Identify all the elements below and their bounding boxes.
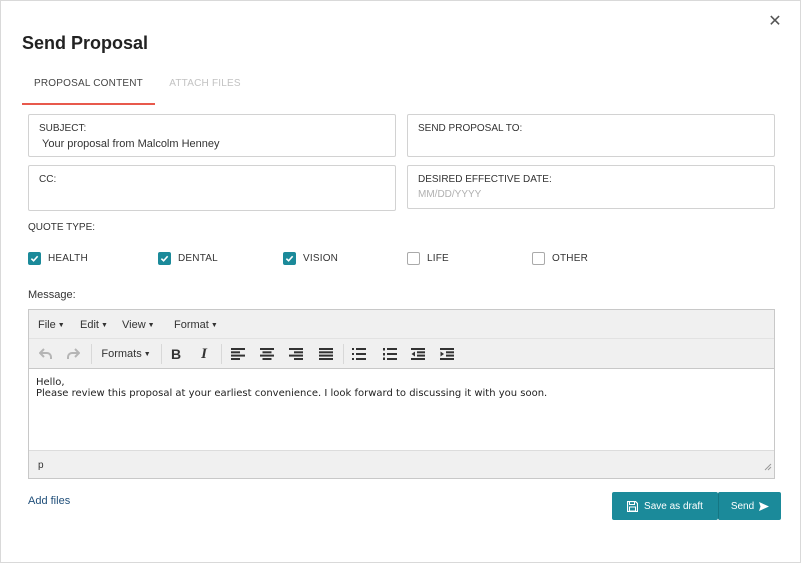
effective-date-label: DESIRED EFFECTIVE DATE:	[418, 174, 552, 185]
checkbox-checked-icon[interactable]	[283, 251, 296, 265]
toolbar-divider	[91, 344, 92, 364]
save-as-draft-button[interactable]: Save as draft	[612, 492, 718, 520]
menu-view-label: View	[122, 319, 146, 331]
align-left-icon[interactable]	[228, 344, 248, 364]
send-proposal-modal: ✕ Send Proposal PROPOSAL CONTENT ATTACH …	[0, 0, 801, 563]
checkbox-vision[interactable]: VISION	[283, 250, 338, 266]
checkbox-label: OTHER	[552, 252, 588, 264]
editor-menubar: File ▼ Edit ▼ View ▼ Format ▼	[29, 310, 774, 339]
menu-format-label: Format	[174, 319, 209, 331]
align-justify-icon[interactable]	[316, 344, 336, 364]
tab-bar: PROPOSAL CONTENT ATTACH FILES	[22, 73, 774, 105]
subject-value: Your proposal from Malcolm Henney	[42, 138, 220, 150]
italic-icon[interactable]: I	[194, 344, 214, 364]
menu-edit-label: Edit	[80, 319, 99, 331]
formats-label: Formats	[101, 348, 142, 360]
chevron-down-icon: ▼	[57, 322, 65, 329]
save-icon	[627, 500, 639, 512]
chevron-down-icon: ▼	[147, 322, 155, 329]
checkbox-label: DENTAL	[178, 252, 218, 264]
chevron-down-icon: ▼	[143, 350, 151, 358]
bold-icon[interactable]: B	[166, 344, 186, 364]
message-label: Message:	[28, 289, 76, 301]
message-line: Please review this proposal at your earl…	[36, 388, 548, 399]
quote-type-label: QUOTE TYPE:	[28, 222, 96, 233]
menu-view[interactable]: View ▼	[122, 319, 155, 331]
checkbox-label: VISION	[303, 252, 339, 264]
menu-format[interactable]: Format ▼	[174, 319, 218, 331]
checkbox-label: LIFE	[427, 252, 449, 264]
send-icon	[759, 501, 770, 511]
checkbox-checked-icon[interactable]	[158, 251, 171, 265]
editor-statusbar: p	[29, 450, 774, 478]
subject-field[interactable]: SUBJECT: Your proposal from Malcolm Henn…	[28, 114, 396, 157]
checkbox-other[interactable]: OTHER	[532, 250, 588, 266]
effective-date-placeholder: MM/DD/YYYY	[418, 189, 482, 200]
checkbox-label: HEALTH	[48, 252, 88, 264]
message-line: Hello,	[36, 377, 65, 388]
editor-toolbar: Formats ▼ B I	[29, 339, 774, 369]
checkbox-unchecked-icon[interactable]	[532, 251, 545, 265]
send-label: Send	[730, 500, 755, 512]
chevron-down-icon: ▼	[210, 322, 218, 329]
align-right-icon[interactable]	[286, 344, 306, 364]
cc-field[interactable]: CC:	[28, 165, 396, 211]
numbered-list-icon[interactable]	[380, 344, 400, 364]
toolbar-divider	[221, 344, 222, 364]
menu-edit[interactable]: Edit ▼	[80, 319, 108, 331]
menu-file[interactable]: File ▼	[38, 319, 65, 331]
redo-icon[interactable]	[63, 344, 83, 364]
rich-text-editor: File ▼ Edit ▼ View ▼ Format ▼ Formats ▼ B I	[28, 309, 775, 479]
checkbox-life[interactable]: LIFE	[407, 250, 449, 266]
checkbox-checked-icon[interactable]	[28, 251, 41, 265]
tab-proposal-content[interactable]: PROPOSAL CONTENT	[22, 73, 155, 105]
editor-content[interactable]: Hello, Please review this proposal at yo…	[29, 369, 774, 450]
align-center-icon[interactable]	[257, 344, 277, 364]
modal-title: Send Proposal	[22, 33, 149, 53]
checkbox-health[interactable]: HEALTH	[28, 250, 88, 266]
outdent-icon[interactable]	[408, 344, 428, 364]
add-files-link[interactable]: Add files	[28, 495, 70, 507]
undo-icon[interactable]	[36, 344, 56, 364]
save-as-draft-label: Save as draft	[644, 500, 703, 512]
close-icon[interactable]: ✕	[767, 14, 783, 30]
send-to-field[interactable]: SEND PROPOSAL TO:	[407, 114, 775, 157]
menu-file-label: File	[38, 319, 56, 331]
bullet-list-icon[interactable]	[349, 344, 369, 364]
send-to-label: SEND PROPOSAL TO:	[418, 123, 523, 134]
toolbar-divider	[343, 344, 344, 364]
resize-handle-icon[interactable]	[764, 458, 772, 476]
checkbox-dental[interactable]: DENTAL	[158, 250, 218, 266]
chevron-down-icon: ▼	[100, 322, 108, 329]
cc-label: CC:	[39, 174, 57, 185]
element-path: p	[38, 460, 44, 471]
send-button[interactable]: Send	[718, 492, 781, 520]
formats-dropdown[interactable]: Formats ▼	[98, 344, 154, 364]
effective-date-field[interactable]: DESIRED EFFECTIVE DATE: MM/DD/YYYY	[407, 165, 775, 209]
indent-icon[interactable]	[437, 344, 457, 364]
tab-attach-files[interactable]: ATTACH FILES	[155, 73, 255, 105]
checkbox-unchecked-icon[interactable]	[407, 251, 420, 265]
subject-label: SUBJECT:	[39, 123, 87, 134]
toolbar-divider	[161, 344, 162, 364]
